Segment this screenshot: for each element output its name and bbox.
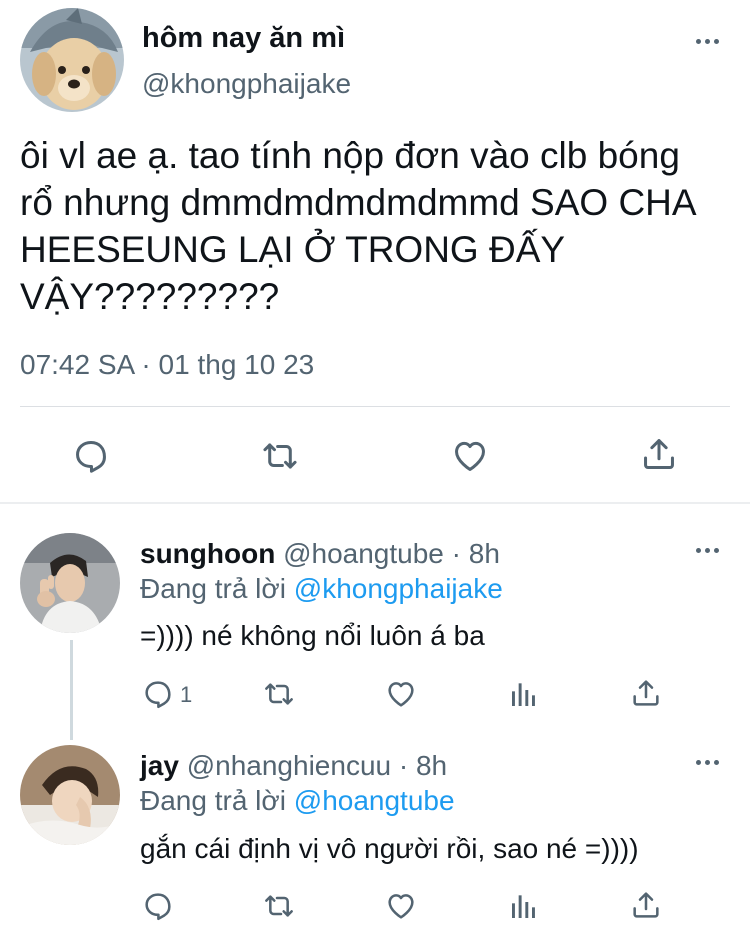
reply-meta[interactable]: @hoangtube · 8h <box>283 538 500 569</box>
more-icon[interactable] <box>696 760 719 765</box>
reply-header: jay @nhanghiencuu · 8h <box>140 750 447 782</box>
display-name[interactable]: hôm nay ăn mì <box>142 22 345 55</box>
like-icon[interactable] <box>384 678 418 710</box>
replying-mention[interactable]: @hoangtube <box>294 785 455 816</box>
share-icon[interactable] <box>640 435 678 473</box>
analytics-icon[interactable] <box>508 678 540 710</box>
like-icon[interactable] <box>450 437 490 475</box>
thread-connector <box>70 640 73 740</box>
retweet-icon[interactable] <box>262 678 296 710</box>
reply-icon[interactable] <box>142 678 174 710</box>
reply-display-name[interactable]: sunghoon <box>140 538 275 569</box>
replying-to: Đang trả lời @hoangtube <box>140 785 455 817</box>
tweet-timestamp[interactable]: 07:42 SA · 01 thg 10 23 <box>20 349 314 381</box>
replying-to: Đang trả lời @khongphaijake <box>140 573 503 605</box>
share-icon[interactable] <box>630 889 662 921</box>
reply-text: =)))) né không nổi luôn á ba <box>140 620 485 651</box>
avatar[interactable] <box>20 745 120 845</box>
retweet-icon[interactable] <box>262 890 296 922</box>
reply-icon[interactable] <box>142 890 174 922</box>
avatar[interactable] <box>20 8 124 112</box>
reply-header: sunghoon @hoangtube · 8h <box>140 538 500 570</box>
user-handle[interactable]: @khongphaijake <box>142 68 351 100</box>
reply-count: 1 <box>180 682 193 707</box>
reply-text: gắn cái định vị vô người rồi, sao né =))… <box>140 833 639 864</box>
like-icon[interactable] <box>384 890 418 922</box>
tweet-text: ôi vl ae ạ. tao tính nộp đơn vào clb bón… <box>20 135 695 317</box>
replying-prefix: Đang trả lời <box>140 785 286 816</box>
replying-prefix: Đang trả lời <box>140 573 286 604</box>
divider <box>20 406 730 407</box>
more-icon[interactable] <box>696 39 719 44</box>
reply-display-name[interactable]: jay <box>140 750 179 781</box>
more-icon[interactable] <box>696 548 719 553</box>
avatar[interactable] <box>20 533 120 633</box>
retweet-icon[interactable] <box>260 437 300 475</box>
reply-meta[interactable]: @nhanghiencuu · 8h <box>187 750 447 781</box>
section-divider <box>0 502 750 504</box>
replying-mention[interactable]: @khongphaijake <box>294 573 503 604</box>
reply-icon[interactable] <box>72 437 110 475</box>
analytics-icon[interactable] <box>508 890 540 922</box>
share-icon[interactable] <box>630 677 662 709</box>
